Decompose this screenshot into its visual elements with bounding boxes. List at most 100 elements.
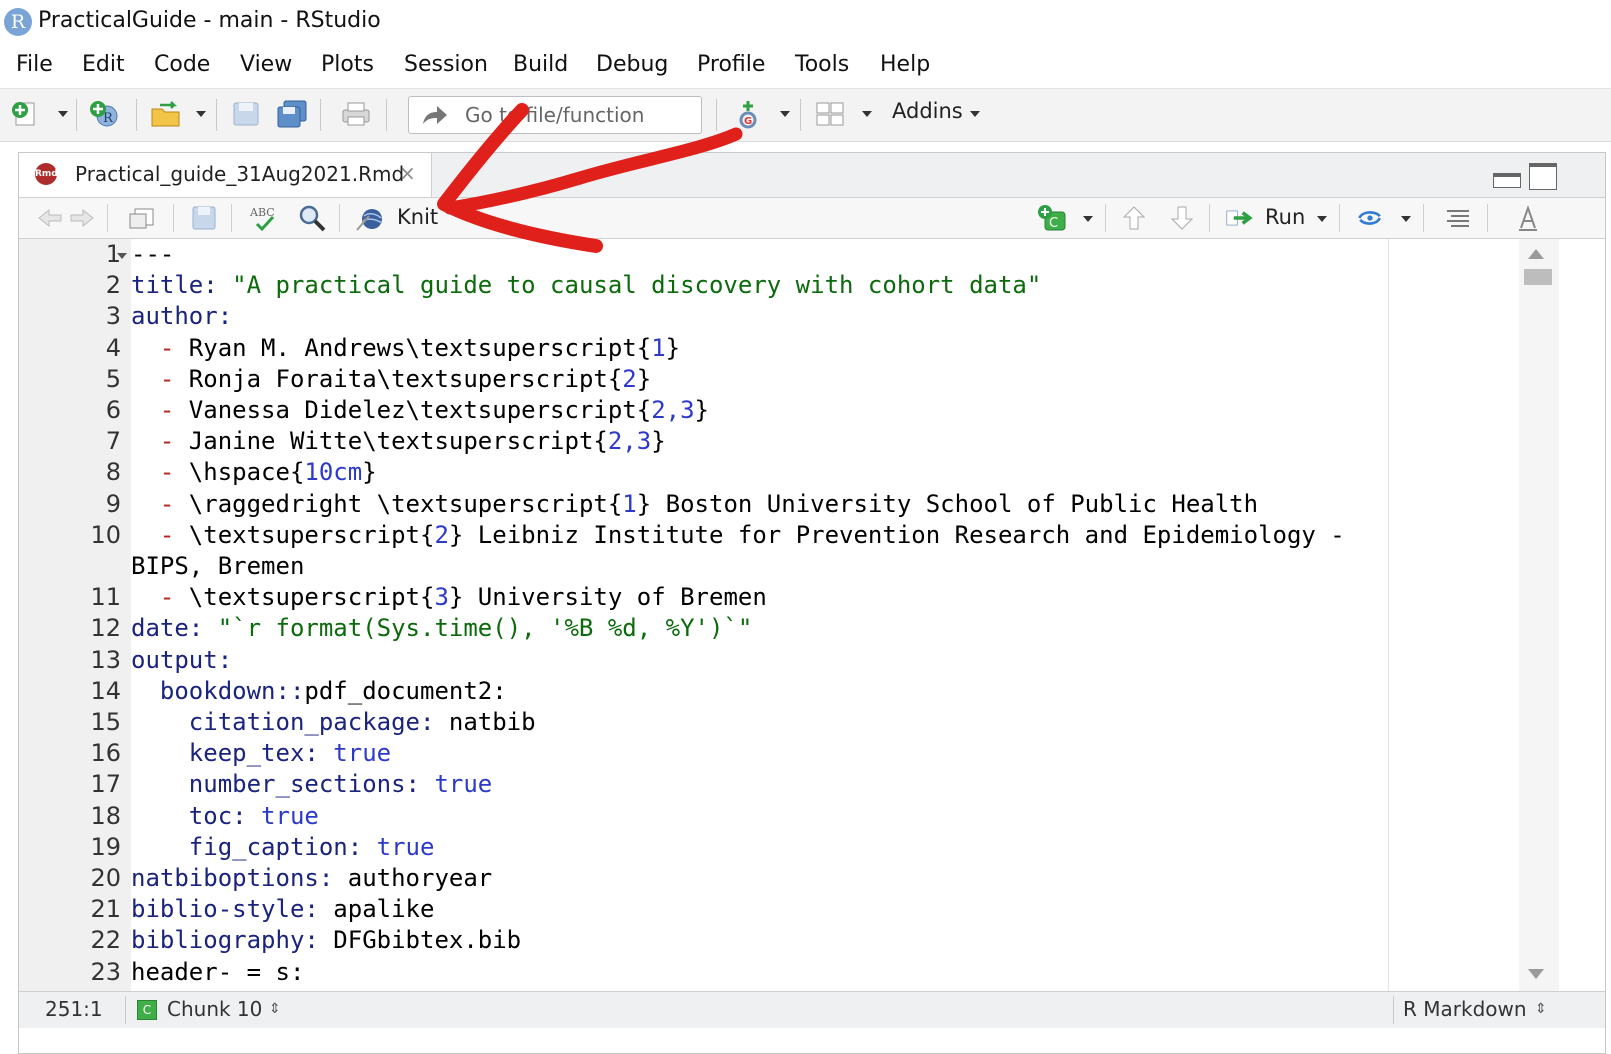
go-up-icon[interactable] (1119, 204, 1149, 232)
menu-file[interactable]: File (16, 52, 53, 77)
code-line[interactable]: - Vanessa Didelez\textsuperscript{2,3} (131, 395, 1387, 426)
chunk-updown-icon[interactable]: ⇕ (269, 1001, 281, 1017)
git-dropdown-icon[interactable] (780, 111, 790, 117)
line-number: 21 (90, 895, 121, 923)
scrollbar-thumb[interactable] (1524, 269, 1552, 285)
rerun-icon[interactable] (1355, 204, 1385, 232)
menu-code[interactable]: Code (154, 52, 210, 77)
code-line[interactable]: natbiboptions: authoryear (131, 863, 1387, 894)
close-tab-icon[interactable]: × (399, 161, 416, 185)
code-line[interactable]: header- = s: (131, 957, 1387, 988)
line-number: 19 (90, 833, 121, 861)
line-number: 1 (105, 240, 121, 268)
menu-tools[interactable]: Tools (795, 52, 849, 77)
outline-icon[interactable] (1443, 204, 1473, 232)
goto-placeholder: Go to file/function (465, 103, 645, 127)
chunk-navigator[interactable]: Chunk 10 (167, 997, 262, 1021)
code-line[interactable]: --- (131, 239, 1387, 270)
line-number: 20 (90, 864, 121, 892)
workspace-panes-dropdown-icon[interactable] (862, 111, 872, 117)
code-line[interactable]: - Ronja Foraita\textsuperscript{2} (131, 364, 1387, 395)
print-margin-line (1388, 239, 1389, 991)
code-line[interactable]: - \textsuperscript{2} Leibniz Institute … (131, 520, 1387, 551)
code-line[interactable]: bookdown::pdf_document2: (131, 676, 1387, 707)
rstudio-logo-icon: R (4, 8, 32, 36)
save-icon[interactable] (230, 99, 262, 129)
code-line[interactable]: author: (131, 301, 1387, 332)
line-number: 17 (90, 770, 121, 798)
new-file-icon[interactable] (8, 99, 40, 129)
workspace-panes-icon[interactable] (814, 99, 846, 129)
code-line[interactable]: fig_caption: true (131, 832, 1387, 863)
goto-arrow-icon (423, 106, 447, 124)
editor-toolbar-separator (1209, 204, 1210, 232)
insert-chunk-dropdown-icon[interactable] (1083, 216, 1093, 222)
code-line[interactable]: citation_package: natbib (131, 707, 1387, 738)
code-line[interactable]: BIPS, Bremen (131, 551, 1387, 582)
back-arrow-icon[interactable] (35, 204, 65, 232)
menu-build[interactable]: Build (513, 52, 568, 77)
line-number: 10 (90, 521, 121, 549)
run-icon[interactable] (1225, 204, 1255, 232)
code-line[interactable]: - \raggedright \textsuperscript{1} Bosto… (131, 489, 1387, 520)
insert-chunk-icon[interactable]: C (1037, 204, 1067, 232)
line-number: 14 (90, 677, 121, 705)
knit-icon[interactable] (355, 204, 385, 232)
new-project-icon[interactable]: R (88, 99, 120, 129)
spellcheck-icon[interactable]: ABC (249, 204, 279, 232)
code-editor[interactable]: --- title: "A practical guide to causal d… (131, 239, 1387, 991)
git-icon[interactable]: G (734, 99, 766, 129)
code-line[interactable]: - \textsuperscript{3} University of Brem… (131, 582, 1387, 613)
code-line[interactable]: - Janine Witte\textsuperscript{2,3} (131, 426, 1387, 457)
knit-button[interactable]: Knit (397, 205, 438, 229)
menu-view[interactable]: View (240, 52, 292, 77)
code-line[interactable]: biblio-style: apalike (131, 894, 1387, 925)
format-icon[interactable] (1513, 204, 1543, 232)
maximize-pane-icon[interactable] (1529, 163, 1557, 190)
minimize-pane-icon[interactable] (1493, 173, 1521, 188)
forward-arrow-icon[interactable] (67, 204, 97, 232)
save-icon[interactable] (189, 204, 219, 232)
scroll-down-icon[interactable] (1528, 969, 1544, 979)
line-number: 5 (105, 365, 121, 393)
code-line[interactable]: toc: true (131, 801, 1387, 832)
code-line[interactable]: bibliography: DFGbibtex.bib (131, 925, 1387, 956)
scroll-up-icon[interactable] (1528, 249, 1544, 259)
run-button[interactable]: Run (1265, 205, 1305, 229)
save-all-icon[interactable] (276, 99, 308, 129)
code-line[interactable]: title: "A practical guide to causal disc… (131, 270, 1387, 301)
find-icon[interactable] (297, 204, 327, 232)
menu-session[interactable]: Session (404, 52, 488, 77)
new-file-dropdown-icon[interactable] (58, 111, 68, 117)
code-line[interactable]: date: "`r format(Sys.time(), '%B %d, %Y'… (131, 613, 1387, 644)
addins-dropdown-icon[interactable] (970, 111, 980, 117)
code-line[interactable]: keep_tex: true (131, 738, 1387, 769)
svg-text:C: C (1049, 216, 1058, 231)
editor-tab[interactable]: Rmd Practical_guide_31Aug2021.Rmd × (19, 153, 432, 197)
status-separator (1393, 996, 1394, 1024)
code-line[interactable]: number_sections: true (131, 769, 1387, 800)
menu-help[interactable]: Help (880, 52, 930, 77)
vertical-scrollbar[interactable] (1519, 239, 1559, 991)
addins-button[interactable]: Addins (892, 99, 963, 123)
document-mode-selector[interactable]: R Markdown (1403, 997, 1527, 1021)
menu-debug[interactable]: Debug (596, 52, 668, 77)
goto-file-function-input[interactable]: Go to file/function (408, 96, 702, 134)
show-in-window-icon[interactable] (127, 204, 157, 232)
editor-toolbar-separator (107, 204, 108, 232)
rerun-dropdown-icon[interactable] (1401, 216, 1411, 222)
fold-toggle-icon[interactable] (117, 253, 127, 259)
menu-edit[interactable]: Edit (82, 52, 125, 77)
code-line[interactable]: - Ryan M. Andrews\textsuperscript{1} (131, 333, 1387, 364)
mode-updown-icon[interactable]: ⇕ (1535, 1001, 1547, 1017)
menu-plots[interactable]: Plots (321, 52, 374, 77)
code-line[interactable]: output: (131, 645, 1387, 676)
menu-profile[interactable]: Profile (697, 52, 765, 77)
open-file-icon[interactable] (150, 99, 182, 129)
print-icon[interactable] (340, 99, 372, 129)
run-dropdown-icon[interactable] (1317, 216, 1327, 222)
line-number: 18 (90, 802, 121, 830)
open-file-dropdown-icon[interactable] (196, 111, 206, 117)
go-down-icon[interactable] (1167, 204, 1197, 232)
code-line[interactable]: - \hspace{10cm} (131, 457, 1387, 488)
